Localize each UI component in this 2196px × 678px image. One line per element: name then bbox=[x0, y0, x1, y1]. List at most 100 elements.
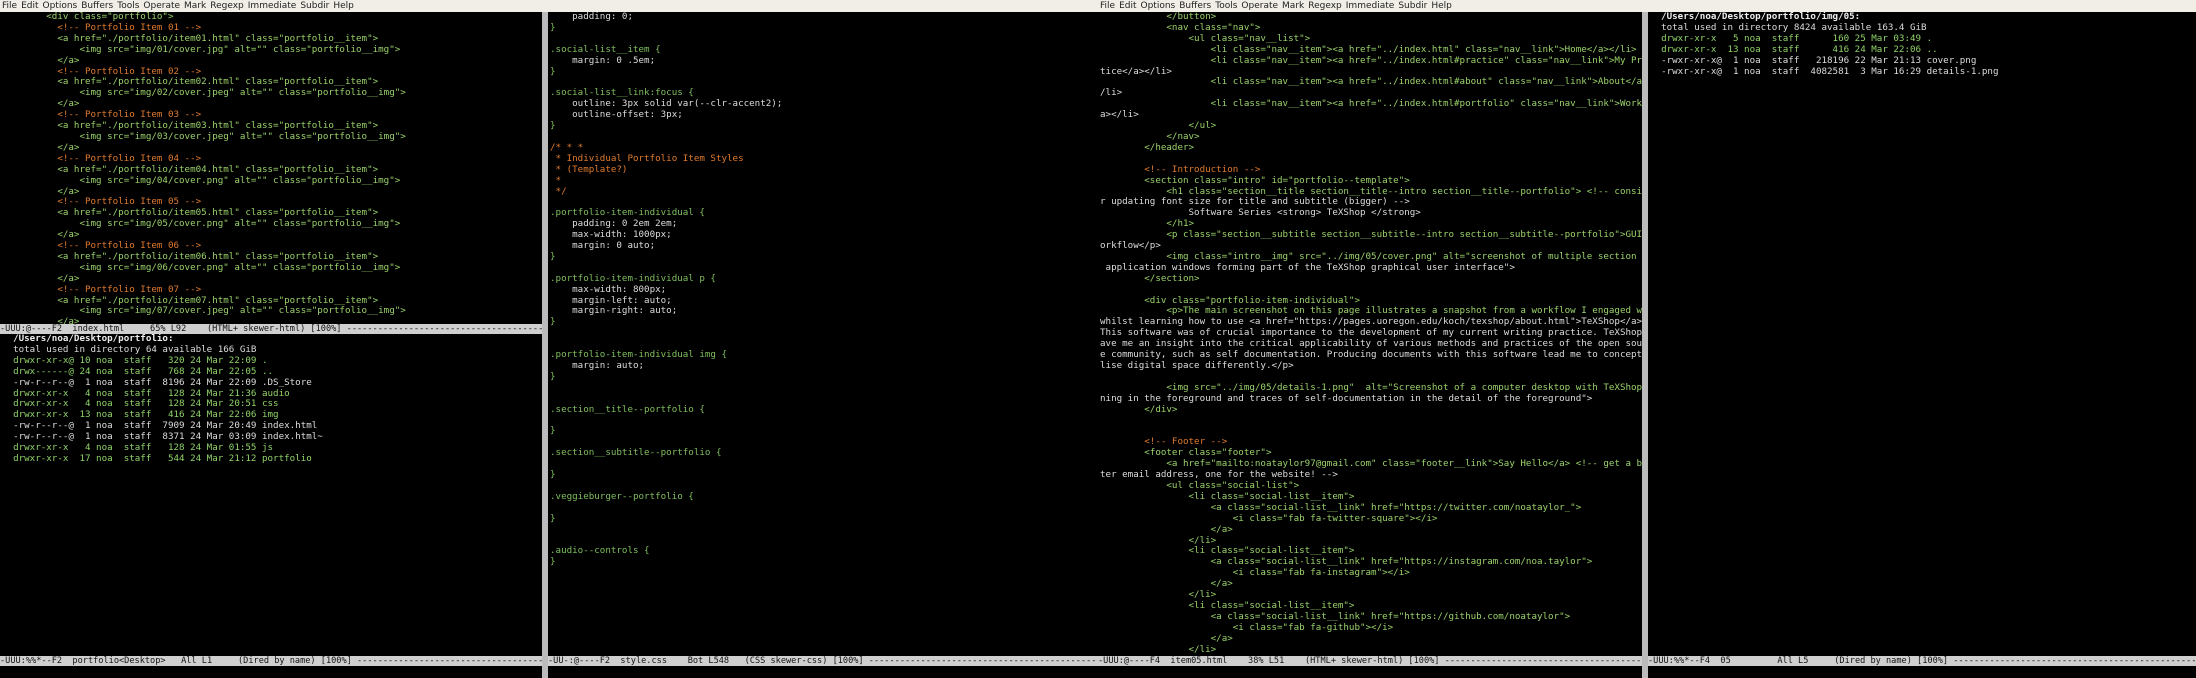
buffer-line: margin-right: auto; bbox=[572, 305, 678, 317]
buffer-line: total used in directory 8424 available 1… bbox=[1661, 21, 1927, 33]
buffer-line: * bbox=[555, 174, 562, 186]
buffer-line: </ul> bbox=[1188, 120, 1217, 132]
buffer-line: </div> bbox=[1144, 403, 1178, 415]
buffer-line: <a href="./portfolio/item07.html" class=… bbox=[57, 294, 379, 306]
menu-operate[interactable]: Operate bbox=[1239, 1, 1280, 11]
buffer-line: <!-- Footer --> bbox=[1144, 436, 1228, 448]
left-dired-buffer[interactable]: /Users/noa/Desktop/portfolio: total used… bbox=[0, 334, 542, 654]
buffer-line: drwxr-xr-x 4 noa staff 128 24 Mar 01:55 … bbox=[13, 442, 274, 454]
buffer-line: margin: auto; bbox=[572, 360, 645, 371]
menu-edit[interactable]: Edit bbox=[19, 1, 40, 11]
menu-regexp[interactable]: Regexp bbox=[208, 1, 246, 11]
buffer-line: margin-left: auto; bbox=[572, 294, 672, 306]
mode-line-item05-html[interactable]: -UUU:@----F4 item05.html 38% L51 (HTML+ … bbox=[1098, 656, 1642, 666]
css-source-text[interactable]: padding: 0; } .social-list__item { margi… bbox=[548, 12, 1098, 568]
buffer-line: </header> bbox=[1144, 141, 1195, 153]
buffer-line: */ bbox=[555, 185, 567, 197]
buffer-line: .portfolio-item-individual p { bbox=[550, 272, 716, 284]
menu-buffers[interactable]: Buffers bbox=[79, 1, 115, 11]
html-source-text[interactable]: <div class="portfolio"> <!-- Portfolio I… bbox=[0, 12, 542, 324]
menu-subdir[interactable]: Subdir bbox=[1396, 1, 1429, 11]
menu-file[interactable]: File bbox=[0, 1, 19, 11]
buffer-line: <a href="./portfolio/item04.html" class=… bbox=[57, 163, 379, 175]
buffer-line: a></li> bbox=[1100, 109, 1139, 121]
buffer-line: max-width: 1000px; bbox=[572, 229, 672, 241]
buffer-line: <div class="portfolio-item-individual"> bbox=[1144, 294, 1360, 306]
menu-operate[interactable]: Operate bbox=[141, 1, 182, 11]
menu-options[interactable]: Options bbox=[1139, 1, 1178, 11]
buffer-line: <li class="social-list__item"> bbox=[1188, 599, 1355, 611]
buffer-line: } bbox=[550, 556, 556, 568]
menu-mark[interactable]: Mark bbox=[1280, 1, 1306, 11]
buffer-line: </nav> bbox=[1166, 130, 1200, 142]
buffer-line: padding: 0; bbox=[572, 12, 633, 22]
buffer-line: * Individual Portfolio Item Styles bbox=[555, 152, 744, 164]
buffer-line: drwxr-xr-x 13 noa staff 416 24 Mar 22:06… bbox=[13, 409, 279, 421]
mode-line-dired-05[interactable]: -UUU:%%*--F4 05 All L5 (Dired by name) [… bbox=[1648, 656, 2196, 666]
mode-line-style-css[interactable]: -UU-:@----F2 style.css Bot L548 (CSS ske… bbox=[548, 656, 1098, 666]
item05-source-text[interactable]: </button> <nav class="nav"> <ul class="n… bbox=[1098, 12, 1642, 654]
buffer-line: drwxr-xr-x 4 noa staff 128 24 Mar 21:36 … bbox=[13, 387, 290, 399]
buffer-line: <a class="social-list__link" href="https… bbox=[1210, 501, 1582, 513]
buffer-line: outline-offset: 3px; bbox=[572, 109, 683, 121]
right-dired-buffer[interactable]: /Users/noa/Desktop/portfolio/img/05: tot… bbox=[1648, 12, 2196, 654]
menu-bar-right: File Edit Options Buffers Tools Operate Mark Re… bbox=[1098, 0, 2196, 12]
buffer-line: outline: 3px solid var(--clr-accent2); bbox=[572, 98, 783, 110]
buffer-line: <a class="social-list__link" href="https… bbox=[1210, 610, 1571, 622]
buffer-line: </a> bbox=[57, 272, 80, 284]
menu-mark[interactable]: Mark bbox=[182, 1, 208, 11]
buffer-line: </a> bbox=[57, 141, 80, 153]
buffer-line: <li class="social-list__item"> bbox=[1188, 545, 1355, 557]
buffer-line: <div class="portfolio"> bbox=[46, 12, 174, 22]
menu-file[interactable]: File bbox=[1098, 1, 1117, 11]
buffer-line: <img src="img/06/cover.png" alt="" class… bbox=[79, 261, 401, 273]
buffer-line: /Users/noa/Desktop/portfolio/img/05: bbox=[1661, 12, 1861, 22]
buffer-line: -rwxr-xr-x@ 1 noa staff 4082581 3 Mar 16… bbox=[1661, 65, 1999, 77]
dired-listing[interactable]: /Users/noa/Desktop/portfolio: total used… bbox=[0, 334, 542, 465]
dired-listing-img05[interactable]: /Users/noa/Desktop/portfolio/img/05: tot… bbox=[1648, 12, 2196, 77]
menu-options[interactable]: Options bbox=[41, 1, 80, 11]
buffer-line: This software was of crucial importance … bbox=[1100, 327, 1642, 339]
buffer-line: <a href="./portfolio/item03.html" class=… bbox=[57, 120, 379, 132]
buffer-line: drwxr-xr-x 17 noa staff 544 24 Mar 21:12… bbox=[13, 452, 312, 464]
buffer-line: <footer class="footer"> bbox=[1144, 447, 1272, 459]
menu-edit[interactable]: Edit bbox=[1117, 1, 1138, 11]
buffer-line: .portfolio-item-individual img { bbox=[550, 349, 728, 361]
menu-immediate[interactable]: Immediate bbox=[1344, 1, 1397, 11]
right-html-editor[interactable]: </button> <nav class="nav"> <ul class="n… bbox=[1098, 12, 1642, 654]
buffer-line: max-width: 800px; bbox=[572, 283, 667, 295]
buffer-line: <ul class="nav__list"> bbox=[1188, 32, 1311, 44]
mode-line-index-html[interactable]: -UUU:@----F2 index.html 65% L92 (HTML+ s… bbox=[0, 324, 542, 334]
menu-regexp[interactable]: Regexp bbox=[1306, 1, 1344, 11]
menu-help[interactable]: Help bbox=[1429, 1, 1454, 11]
buffer-line: .section__subtitle--portfolio { bbox=[550, 447, 722, 459]
buffer-line: <img src="img/04/cover.png" alt="" class… bbox=[79, 174, 401, 186]
buffer-line: <img src="img/02/cover.jpeg" alt="" clas… bbox=[79, 87, 406, 99]
buffer-line: </button> bbox=[1166, 12, 1217, 22]
css-editor[interactable]: padding: 0; } .social-list__item { margi… bbox=[548, 12, 1098, 654]
buffer-line: } bbox=[550, 469, 556, 481]
menu-subdir[interactable]: Subdir bbox=[298, 1, 331, 11]
buffer-line: drwx------@ 24 noa staff 768 24 Mar 22:0… bbox=[13, 365, 274, 377]
left-html-editor[interactable]: <div class="portfolio"> <!-- Portfolio I… bbox=[0, 12, 542, 324]
buffer-line: total used in directory 64 available 166… bbox=[13, 343, 257, 355]
buffer-line: orkflow</p> bbox=[1100, 240, 1161, 252]
menu-buffers[interactable]: Buffers bbox=[1177, 1, 1213, 11]
mode-line-dired-portfolio[interactable]: -UUU:%%*--F2 portfolio<Desktop> All L1 (… bbox=[0, 656, 542, 666]
buffer-line: } bbox=[550, 65, 556, 77]
menu-help[interactable]: Help bbox=[331, 1, 356, 11]
buffer-line: .audio--controls { bbox=[550, 545, 650, 557]
buffer-line: drwxr-xr-x@ 10 noa staff 320 24 Mar 22:0… bbox=[13, 354, 268, 366]
menu-tools[interactable]: Tools bbox=[115, 1, 141, 11]
buffer-line: .portfolio-item-individual { bbox=[550, 207, 705, 219]
buffer-line: <!-- Portfolio Item 01 --> bbox=[57, 21, 202, 33]
menu-immediate[interactable]: Immediate bbox=[246, 1, 299, 11]
buffer-line: /* * * bbox=[550, 141, 584, 153]
buffer-line: <li class="social-list__item"> bbox=[1188, 490, 1355, 502]
buffer-line: } bbox=[550, 370, 556, 382]
buffer-line: ning in the foreground and traces of sel… bbox=[1100, 392, 1593, 404]
buffer-line: e community, such as self documentation.… bbox=[1100, 349, 1642, 361]
buffer-line: padding: 0 2em 2em; bbox=[572, 218, 678, 230]
menu-tools[interactable]: Tools bbox=[1213, 1, 1239, 11]
buffer-line: } bbox=[550, 512, 556, 524]
